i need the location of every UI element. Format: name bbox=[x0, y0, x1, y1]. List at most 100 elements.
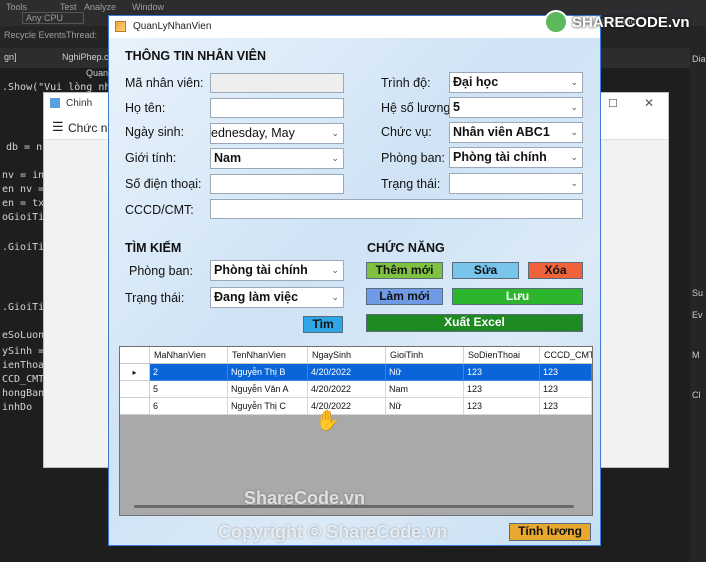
code-line: en = tx bbox=[2, 198, 45, 209]
chevron-down-icon[interactable]: ⌄ bbox=[570, 148, 578, 167]
ma-nhan-vien-label: Mã nhân viên: bbox=[125, 76, 204, 90]
gioi-tinh-select[interactable]: Nam ⌄ bbox=[210, 148, 344, 169]
cell-ma-nhan-vien[interactable]: 2 bbox=[150, 364, 228, 381]
ide-tab-nghiphep[interactable]: NghiPhep.c bbox=[62, 52, 109, 62]
ma-nhan-vien-field[interactable] bbox=[210, 73, 344, 93]
ho-ten-label: Họ tên: bbox=[125, 101, 166, 115]
ide-menu-window[interactable]: Window bbox=[132, 2, 164, 12]
search-button[interactable]: Tìm bbox=[303, 316, 343, 333]
he-so-luong-select[interactable]: 5 ⌄ bbox=[449, 97, 583, 118]
ide-menu-tools[interactable]: Tools bbox=[6, 2, 27, 12]
cell-ten-nhan-vien[interactable]: Nguyễn Thị C bbox=[228, 398, 308, 415]
app-icon bbox=[115, 21, 126, 32]
cell-so-dien-thoai[interactable]: 123 bbox=[464, 364, 540, 381]
hamburger-icon[interactable]: ☰ bbox=[52, 119, 64, 135]
column-header[interactable]: CCCD_CMT bbox=[540, 347, 592, 364]
trang-thai-select[interactable]: ⌄ bbox=[449, 173, 583, 194]
search-trang-thai-select[interactable]: Đang làm việc ⌄ bbox=[210, 287, 344, 308]
cell-ma-nhan-vien[interactable]: 5 bbox=[150, 381, 228, 398]
search-heading: TÌM KIẾM bbox=[125, 241, 182, 255]
ho-ten-field[interactable] bbox=[210, 98, 344, 118]
code-line: inhDo bbox=[2, 402, 33, 413]
cell-gioi-tinh[interactable]: Nữ bbox=[386, 398, 464, 415]
cccd-label: CCCD/CMT: bbox=[125, 203, 194, 217]
column-header[interactable]: MaNhanVien bbox=[150, 347, 228, 364]
column-header[interactable]: TenNhanVien bbox=[228, 347, 308, 364]
search-phong-ban-select[interactable]: Phòng tài chính ⌄ bbox=[210, 260, 344, 281]
column-header[interactable]: GioiTinh bbox=[386, 347, 464, 364]
cell-gioi-tinh[interactable]: Nữ bbox=[386, 364, 464, 381]
cell-ten-nhan-vien[interactable]: Nguyễn Thị B bbox=[228, 364, 308, 381]
ide-panel-label[interactable]: Cl bbox=[692, 390, 701, 400]
ngay-sinh-datepicker[interactable]: ednesday, May ⌄ bbox=[210, 123, 344, 144]
phong-ban-value: Phòng tài chính bbox=[453, 150, 547, 164]
current-row-icon: ▸ bbox=[120, 364, 150, 381]
code-line: oGioiTi bbox=[2, 212, 45, 223]
save-button[interactable]: Lưu bbox=[452, 288, 583, 305]
he-so-luong-value: 5 bbox=[453, 100, 460, 114]
cell-ngay-sinh[interactable]: 4/20/2022 bbox=[308, 364, 386, 381]
cell-ngay-sinh[interactable]: 4/20/2022 bbox=[308, 381, 386, 398]
maximize-icon[interactable]: ☐ bbox=[608, 97, 618, 110]
code-line: .GioiTi bbox=[2, 242, 45, 253]
refresh-button[interactable]: Làm mới bbox=[366, 288, 443, 305]
ide-thread-label: Thread: bbox=[66, 30, 98, 40]
code-line: en nv = bbox=[2, 184, 45, 195]
back-form-title: Chinh bbox=[66, 98, 93, 109]
edit-button[interactable]: Sửa bbox=[452, 262, 519, 279]
cell-so-dien-thoai[interactable]: 123 bbox=[464, 398, 540, 415]
chevron-down-icon[interactable]: ⌄ bbox=[331, 288, 339, 307]
close-icon[interactable]: ✕ bbox=[644, 96, 654, 110]
copyright-watermark: Copyright © ShareCode.vn bbox=[218, 522, 448, 542]
cell-cccd[interactable]: 123 bbox=[540, 364, 592, 381]
main-form-window: QuanLyNhanVien THÔNG TIN NHÂN VIÊN Mã nh… bbox=[108, 15, 601, 546]
info-heading: THÔNG TIN NHÂN VIÊN bbox=[125, 49, 266, 63]
app-icon bbox=[50, 98, 60, 108]
delete-button[interactable]: Xóa bbox=[528, 262, 583, 279]
chevron-down-icon[interactable]: ⌄ bbox=[570, 73, 578, 92]
so-dien-thoai-field[interactable] bbox=[210, 174, 344, 194]
ide-panel-label[interactable]: Su bbox=[692, 288, 703, 298]
export-excel-button[interactable]: Xuất Excel bbox=[366, 314, 583, 332]
chevron-down-icon[interactable]: ⌄ bbox=[331, 261, 339, 280]
cell-cccd[interactable]: 123 bbox=[540, 381, 592, 398]
ide-cpu-select[interactable]: Any CPU bbox=[22, 12, 85, 24]
table-row[interactable]: 6 Nguyễn Thị C 4/20/2022 Nữ 123 123 bbox=[120, 398, 592, 415]
column-header[interactable]: NgaySinh bbox=[308, 347, 386, 364]
ide-recycle-events[interactable]: Recycle Events bbox=[4, 30, 66, 40]
sharecode-logo: SHARECODE.vn bbox=[572, 14, 690, 31]
chuc-vu-label: Chức vụ: bbox=[381, 125, 432, 139]
cell-cccd[interactable]: 123 bbox=[540, 398, 592, 415]
search-trang-thai-label: Trạng thái: bbox=[125, 291, 185, 305]
chevron-down-icon[interactable]: ⌄ bbox=[570, 174, 578, 193]
chevron-down-icon[interactable]: ⌄ bbox=[331, 149, 339, 168]
chevron-down-icon[interactable]: ⌄ bbox=[331, 124, 339, 143]
trinh-do-select[interactable]: Đại học ⌄ bbox=[449, 72, 583, 93]
column-header[interactable]: SoDienThoai bbox=[464, 347, 540, 364]
ide-menu-test[interactable]: Test bbox=[60, 2, 77, 12]
ide-panel-label[interactable]: Ev bbox=[692, 310, 703, 320]
ide-panel-label[interactable]: Dia bbox=[692, 54, 706, 64]
chuc-vu-select[interactable]: Nhân viên ABC1 ⌄ bbox=[449, 122, 583, 143]
row-header[interactable] bbox=[120, 381, 150, 398]
cell-ma-nhan-vien[interactable]: 6 bbox=[150, 398, 228, 415]
table-row[interactable]: 5 Nguyễn Văn A 4/20/2022 Nam 123 123 bbox=[120, 381, 592, 398]
cccd-field[interactable] bbox=[210, 199, 583, 219]
trinh-do-value: Đại học bbox=[453, 75, 499, 89]
add-button[interactable]: Thêm mới bbox=[366, 262, 443, 279]
ide-tab-left[interactable]: gn] bbox=[4, 52, 17, 62]
phong-ban-select[interactable]: Phòng tài chính ⌄ bbox=[449, 147, 583, 168]
row-header[interactable] bbox=[120, 398, 150, 415]
table-row[interactable]: ▸ 2 Nguyễn Thị B 4/20/2022 Nữ 123 123 bbox=[120, 364, 592, 381]
cell-gioi-tinh[interactable]: Nam bbox=[386, 381, 464, 398]
chevron-down-icon[interactable]: ⌄ bbox=[570, 123, 578, 142]
cell-ten-nhan-vien[interactable]: Nguyễn Văn A bbox=[228, 381, 308, 398]
chevron-down-icon[interactable]: ⌄ bbox=[570, 98, 578, 117]
salary-button[interactable]: Tính lương bbox=[509, 523, 591, 541]
so-dien-thoai-label: Số điện thoại: bbox=[125, 177, 202, 191]
ide-panel-label[interactable]: M bbox=[692, 350, 700, 360]
cell-so-dien-thoai[interactable]: 123 bbox=[464, 381, 540, 398]
ide-menu-analyze[interactable]: Analyze bbox=[84, 2, 116, 12]
window-title: QuanLyNhanVien bbox=[133, 21, 212, 32]
functions-heading: CHỨC NĂNG bbox=[367, 241, 445, 255]
